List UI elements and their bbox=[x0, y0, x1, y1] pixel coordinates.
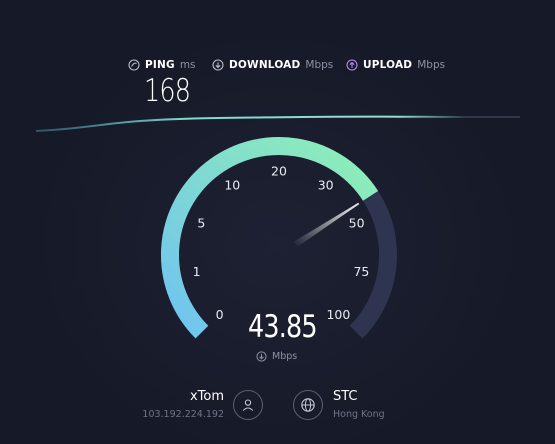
gauge-tick-label: 10 bbox=[224, 178, 240, 193]
provider-name: xTom bbox=[189, 389, 224, 404]
host-name: STC bbox=[333, 389, 358, 404]
gauge-tick-label: 100 bbox=[326, 307, 350, 322]
gauge-tick-label: 20 bbox=[271, 164, 287, 179]
gauge-tick-label: 5 bbox=[197, 215, 205, 230]
speed-value: 43.85 bbox=[248, 309, 317, 345]
gauge-tick-label: 1 bbox=[193, 264, 201, 279]
globe-icon[interactable] bbox=[293, 390, 323, 420]
gauge-tick-label: 50 bbox=[349, 215, 365, 230]
download-graph-line bbox=[35, 115, 463, 132]
speed-unit: Mbps bbox=[272, 351, 298, 362]
gauge-ticks: 0 1 5 10 20 30 50 75 100 bbox=[193, 164, 370, 322]
host-location: Hong Kong bbox=[333, 409, 385, 420]
host-info[interactable]: STC Hong Kong bbox=[333, 389, 385, 420]
speed-unit-row: Mbps bbox=[256, 351, 297, 362]
provider-info[interactable]: xTom 103.192.224.192 bbox=[142, 389, 224, 420]
speed-gauge: 0 1 5 10 20 30 50 75 100 bbox=[35, 115, 520, 339]
user-icon[interactable] bbox=[233, 390, 263, 420]
gauge-tick-label: 0 bbox=[216, 307, 224, 322]
speedtest-screen: PING ms DOWNLOAD Mbps UPLOAD Mbps 168 0 … bbox=[0, 0, 555, 444]
download-unit-icon bbox=[256, 351, 267, 362]
gauge-tick-label: 75 bbox=[353, 264, 369, 279]
gauge-tick-label: 30 bbox=[318, 178, 334, 193]
provider-ip: 103.192.224.192 bbox=[142, 409, 224, 420]
